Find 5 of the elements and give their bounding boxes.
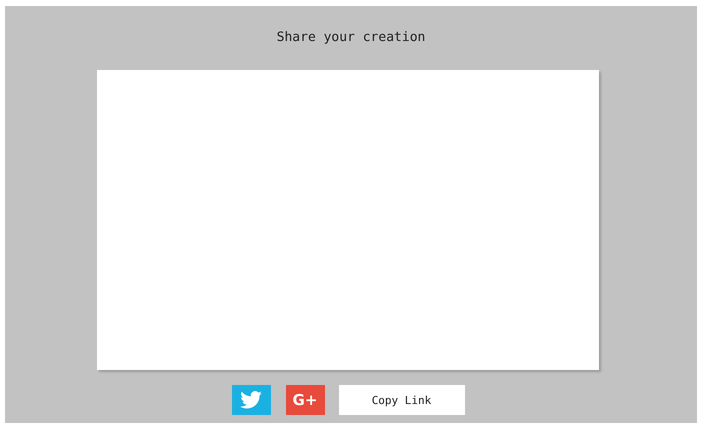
bird-icon bbox=[240, 391, 262, 409]
google-plus-button[interactable]: G+ bbox=[286, 385, 324, 415]
twitter-button[interactable] bbox=[232, 385, 270, 415]
copy-link-button[interactable]: Copy Link bbox=[338, 385, 464, 415]
dialog-title: Share your creation bbox=[276, 30, 426, 46]
